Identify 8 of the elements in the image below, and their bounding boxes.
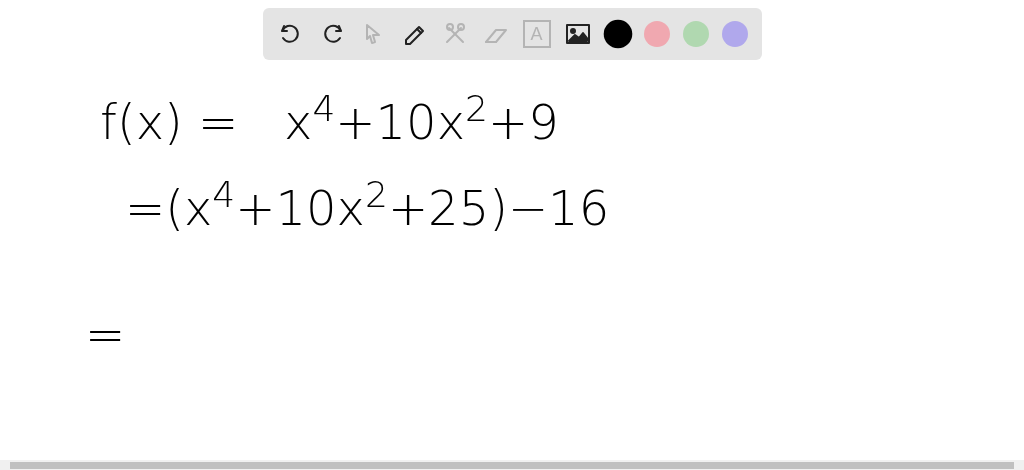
- handwritten-equation: f(x) = x$^{4}$+10x$^{2}$+9: [99, 94, 559, 150]
- color-swatch[interactable]: [643, 21, 670, 47]
- horizontal-scrollbar[interactable]: [0, 460, 1024, 470]
- color-swatch[interactable]: [682, 21, 709, 47]
- color-swatch[interactable]: [603, 19, 632, 49]
- color-swatch[interactable]: [721, 21, 748, 47]
- handwritten-equation: =(x$^{4}$+10x$^{2}$+25)−16: [124, 180, 610, 236]
- handwritten-equation: =: [84, 306, 126, 362]
